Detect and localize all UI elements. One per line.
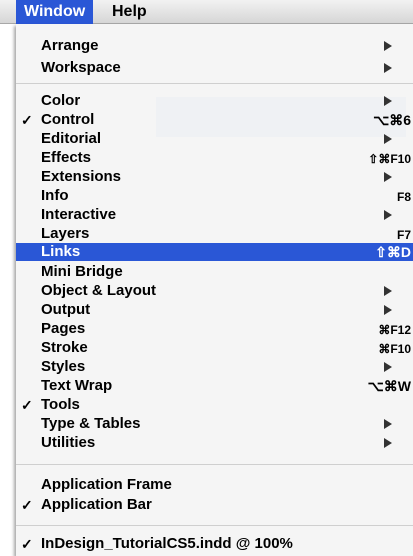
menu-item-label: Info xyxy=(41,187,69,204)
menu-help[interactable]: Help xyxy=(104,0,155,24)
shortcut-label: F7 xyxy=(396,228,411,242)
submenu-arrow-icon xyxy=(384,210,392,220)
shortcut-label: ⇧⌘D xyxy=(375,244,411,260)
menu-item-label: Editorial xyxy=(41,130,102,147)
menu-item-label: Links xyxy=(41,243,81,260)
menu-item-label: Interactive xyxy=(41,206,117,223)
menu-item-label: InDesign_TutorialCS5.indd @ 100% xyxy=(41,535,293,552)
menu-item-stroke[interactable]: Stroke ⌘F10 xyxy=(16,339,413,357)
menu-item-links[interactable]: Links ⇧⌘D xyxy=(16,243,413,261)
checkmark-icon: ✓ xyxy=(21,497,33,513)
shortcut-label: ⌘F10 xyxy=(378,342,411,356)
menu-item-effects[interactable]: Effects ⇧⌘F10 xyxy=(16,149,413,167)
shortcut-label: ⌘F12 xyxy=(378,323,411,337)
menu-item-object-layout[interactable]: Object & Layout xyxy=(16,283,413,299)
submenu-arrow-icon xyxy=(384,305,392,315)
menu-item-label: Pages xyxy=(41,320,86,337)
menu-item-text-wrap[interactable]: Text Wrap ⌥⌘W xyxy=(16,377,413,395)
menu-item-label: Extensions xyxy=(41,168,122,185)
submenu-arrow-icon xyxy=(384,63,392,73)
menu-item-document-window[interactable]: ✓ InDesign_TutorialCS5.indd @ 100% xyxy=(16,535,413,553)
menu-item-color[interactable]: Color xyxy=(16,93,413,109)
menu-item-pages[interactable]: Pages ⌘F12 xyxy=(16,320,413,338)
menu-item-label: Application Bar xyxy=(41,496,152,513)
menu-window[interactable]: Window xyxy=(16,0,94,24)
shortcut-label: ⌥⌘6 xyxy=(373,112,411,128)
submenu-arrow-icon xyxy=(384,134,392,144)
menu-item-tools[interactable]: ✓ Tools xyxy=(16,396,413,414)
menu-separator xyxy=(16,464,413,465)
checkmark-icon: ✓ xyxy=(21,397,33,413)
menu-item-utilities[interactable]: Utilities xyxy=(16,435,413,451)
menu-separator xyxy=(16,83,413,84)
menu-item-info[interactable]: Info F8 xyxy=(16,187,413,205)
menu-item-application-frame[interactable]: Application Frame xyxy=(16,477,413,493)
menu-item-label: Object & Layout xyxy=(41,282,157,299)
menu-item-extensions[interactable]: Extensions xyxy=(16,169,413,185)
menu-item-layers[interactable]: Layers F7 xyxy=(16,225,413,243)
menu-item-label: Type & Tables xyxy=(41,415,141,432)
submenu-arrow-icon xyxy=(384,41,392,51)
submenu-arrow-icon xyxy=(384,96,392,106)
menu-item-label: Utilities xyxy=(41,434,96,451)
menu-bar: Window Help xyxy=(0,0,413,24)
shortcut-label: ⇧⌘F10 xyxy=(368,152,411,166)
menu-item-label: Output xyxy=(41,301,91,318)
shortcut-label: ⌥⌘W xyxy=(367,378,411,394)
menu-item-label: Stroke xyxy=(41,339,88,356)
submenu-arrow-icon xyxy=(384,438,392,448)
submenu-arrow-icon xyxy=(384,419,392,429)
menu-item-mini-bridge[interactable]: Mini Bridge xyxy=(16,264,413,280)
menu-item-type-tables[interactable]: Type & Tables xyxy=(16,416,413,432)
menu-item-styles[interactable]: Styles xyxy=(16,359,413,375)
menu-item-workspace[interactable]: Workspace xyxy=(16,60,413,76)
menu-item-label: Effects xyxy=(41,149,92,166)
menu-item-output[interactable]: Output xyxy=(16,302,413,318)
menu-item-interactive[interactable]: Interactive xyxy=(16,207,413,223)
menu-item-label: Mini Bridge xyxy=(41,263,123,280)
checkmark-icon: ✓ xyxy=(21,536,33,552)
menu-item-label: Color xyxy=(41,92,81,109)
submenu-arrow-icon xyxy=(384,362,392,372)
menu-item-label: Control xyxy=(41,111,95,128)
menu-separator xyxy=(16,525,413,526)
menu-item-label: Layers xyxy=(41,225,90,242)
menu-item-label: Workspace xyxy=(41,59,121,76)
menu-item-control[interactable]: ✓ Control ⌥⌘6 xyxy=(16,111,413,129)
submenu-arrow-icon xyxy=(384,286,392,296)
menu-item-label: Tools xyxy=(41,396,80,413)
menu-item-arrange[interactable]: Arrange xyxy=(16,38,413,54)
shortcut-label: F8 xyxy=(396,190,411,204)
menu-item-editorial[interactable]: Editorial xyxy=(16,131,413,147)
menu-item-label: Styles xyxy=(41,358,86,375)
menu-item-label: Arrange xyxy=(41,37,99,54)
menu-item-application-bar[interactable]: ✓ Application Bar xyxy=(16,496,413,514)
menu-item-label: Application Frame xyxy=(41,476,172,493)
submenu-arrow-icon xyxy=(384,172,392,182)
menu-item-label: Text Wrap xyxy=(41,377,113,394)
window-menu-dropdown: Arrange Workspace Color ✓ Control ⌥⌘6 Ed… xyxy=(16,24,413,556)
checkmark-icon: ✓ xyxy=(21,112,33,128)
